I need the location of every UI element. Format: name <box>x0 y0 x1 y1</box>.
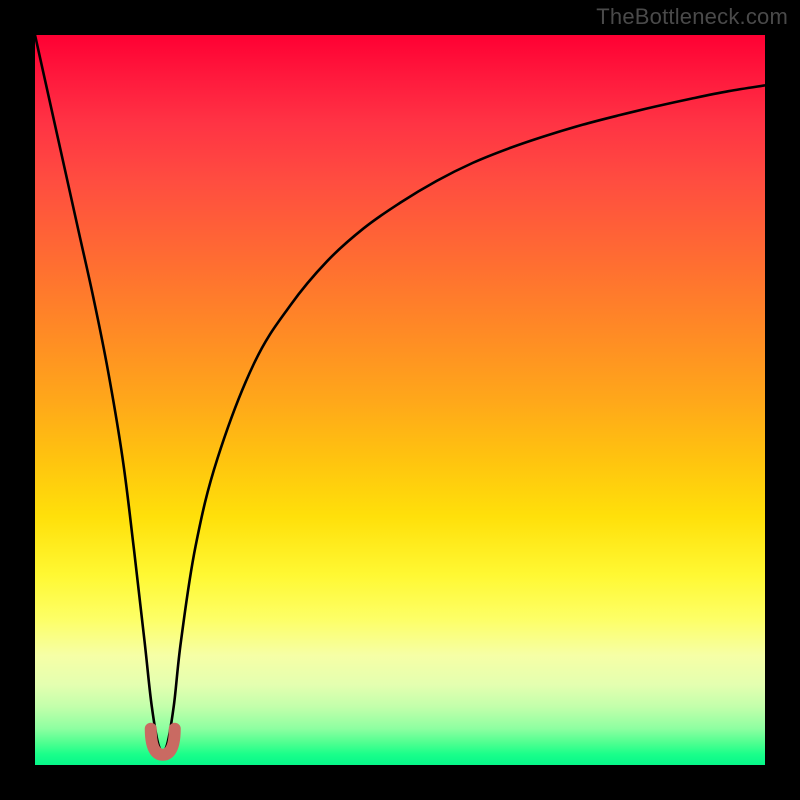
plot-area <box>35 35 765 765</box>
curve-layer <box>35 35 765 765</box>
watermark-text: TheBottleneck.com <box>596 4 788 30</box>
minimum-marker <box>151 729 175 755</box>
bottleneck-curve <box>35 35 765 752</box>
